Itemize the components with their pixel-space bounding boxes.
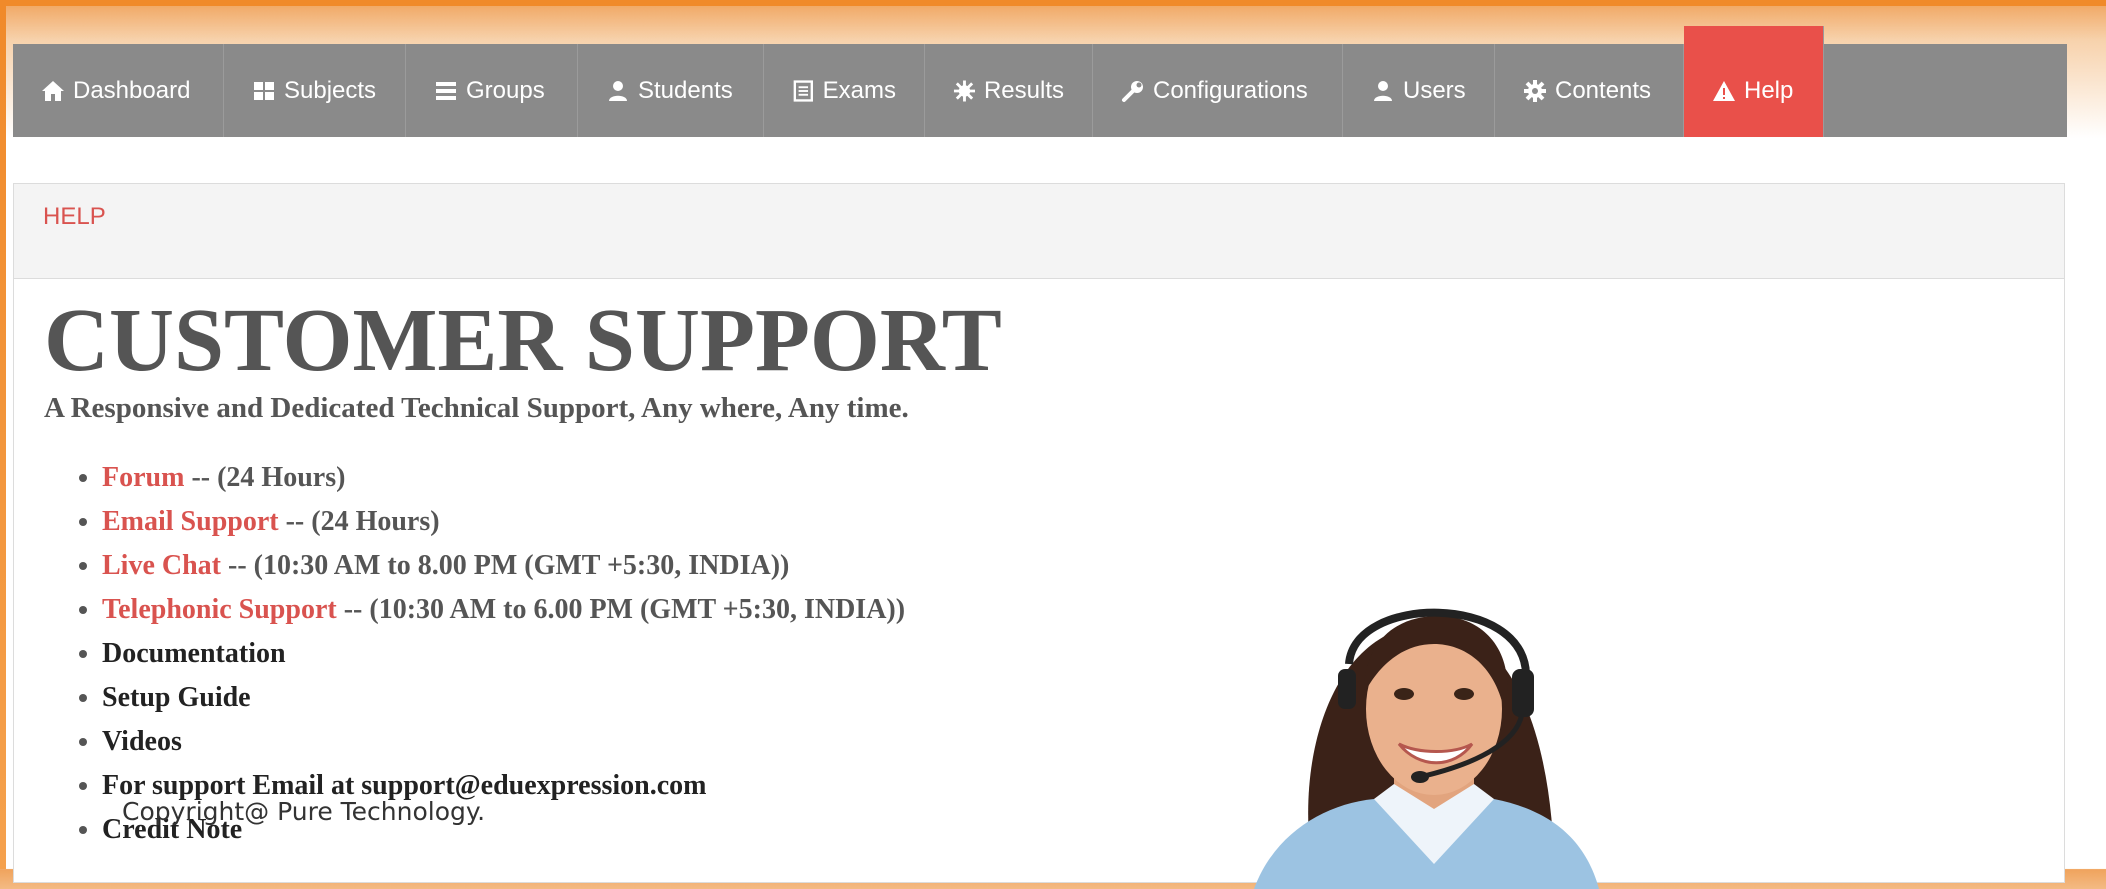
list-item: Videos — [102, 720, 905, 764]
nav-students[interactable]: Students — [578, 44, 764, 137]
nav-configurations[interactable]: Configurations — [1093, 44, 1343, 137]
page-subtitle: A Responsive and Dedicated Technical Sup… — [44, 392, 909, 424]
list-item-text: -- (24 Hours) — [184, 462, 346, 493]
list-item: Email Support -- (24 Hours) — [102, 500, 905, 544]
list-item: Telephonic Support -- (10:30 AM to 6.00 … — [102, 588, 905, 632]
user-icon — [609, 80, 627, 101]
email-support-link[interactable]: Email Support — [102, 506, 279, 537]
nav-help[interactable]: Help — [1684, 26, 1824, 137]
nav-label: Exams — [822, 76, 896, 104]
nav-label: Results — [983, 76, 1064, 104]
nav-label: Contents — [1555, 76, 1652, 104]
nav-label: Students — [638, 76, 733, 104]
copyright-text: Copyright@ Pure Technology. — [122, 797, 486, 826]
nav-label: Groups — [466, 76, 545, 104]
main-navbar: Dashboard Subjects Groups Students Exams… — [13, 26, 2067, 137]
list-item: Forum -- (24 Hours) — [102, 456, 905, 500]
telephonic-support-link[interactable]: Telephonic Support — [102, 594, 337, 625]
nav-label: Configurations — [1153, 76, 1308, 104]
user-icon — [1374, 80, 1392, 101]
nav-groups[interactable]: Groups — [406, 44, 578, 137]
forum-link[interactable]: Forum — [102, 462, 184, 493]
nav-contents[interactable]: Contents — [1495, 44, 1684, 137]
nav-label: Help — [1744, 76, 1794, 104]
nav-exams[interactable]: Exams — [764, 44, 925, 137]
nav-label: Dashboard — [73, 76, 191, 104]
left-border — [0, 0, 6, 869]
warning-icon — [1713, 80, 1735, 101]
help-panel: HELP CUSTOMER SUPPORT A Responsive and D… — [13, 183, 2065, 889]
live-chat-link[interactable]: Live Chat — [102, 550, 221, 581]
panel-heading: HELP — [14, 184, 2064, 279]
wrench-icon — [1122, 80, 1143, 102]
gear-icon — [1524, 79, 1546, 102]
nav-label: Users — [1403, 76, 1466, 104]
nav-subjects[interactable]: Subjects — [224, 44, 406, 137]
list-item-text: -- (10:30 AM to 8.00 PM (GMT +5:30, INDI… — [221, 550, 790, 581]
list-item-text: -- (24 Hours) — [278, 506, 440, 537]
document-icon — [793, 79, 813, 102]
list-item: Documentation — [102, 632, 905, 676]
top-border — [0, 0, 2106, 6]
support-agent-image — [1254, 608, 1599, 889]
nav-dashboard[interactable]: Dashboard — [13, 44, 224, 137]
star-burst-icon — [953, 79, 976, 102]
list-icon — [436, 81, 456, 100]
home-icon — [42, 80, 64, 101]
nav-users[interactable]: Users — [1343, 44, 1495, 137]
nav-results[interactable]: Results — [925, 44, 1093, 137]
support-list: Forum -- (24 Hours) Email Support -- (24… — [44, 456, 905, 852]
grid-icon — [254, 81, 274, 100]
list-item-text: -- (10:30 AM to 6.00 PM (GMT +5:30, INDI… — [336, 594, 906, 625]
list-item: Setup Guide — [102, 676, 905, 720]
list-item: Live Chat -- (10:30 AM to 8.00 PM (GMT +… — [102, 544, 905, 588]
nav-label: Subjects — [284, 76, 377, 104]
page-title: CUSTOMER SUPPORT — [44, 291, 1002, 390]
